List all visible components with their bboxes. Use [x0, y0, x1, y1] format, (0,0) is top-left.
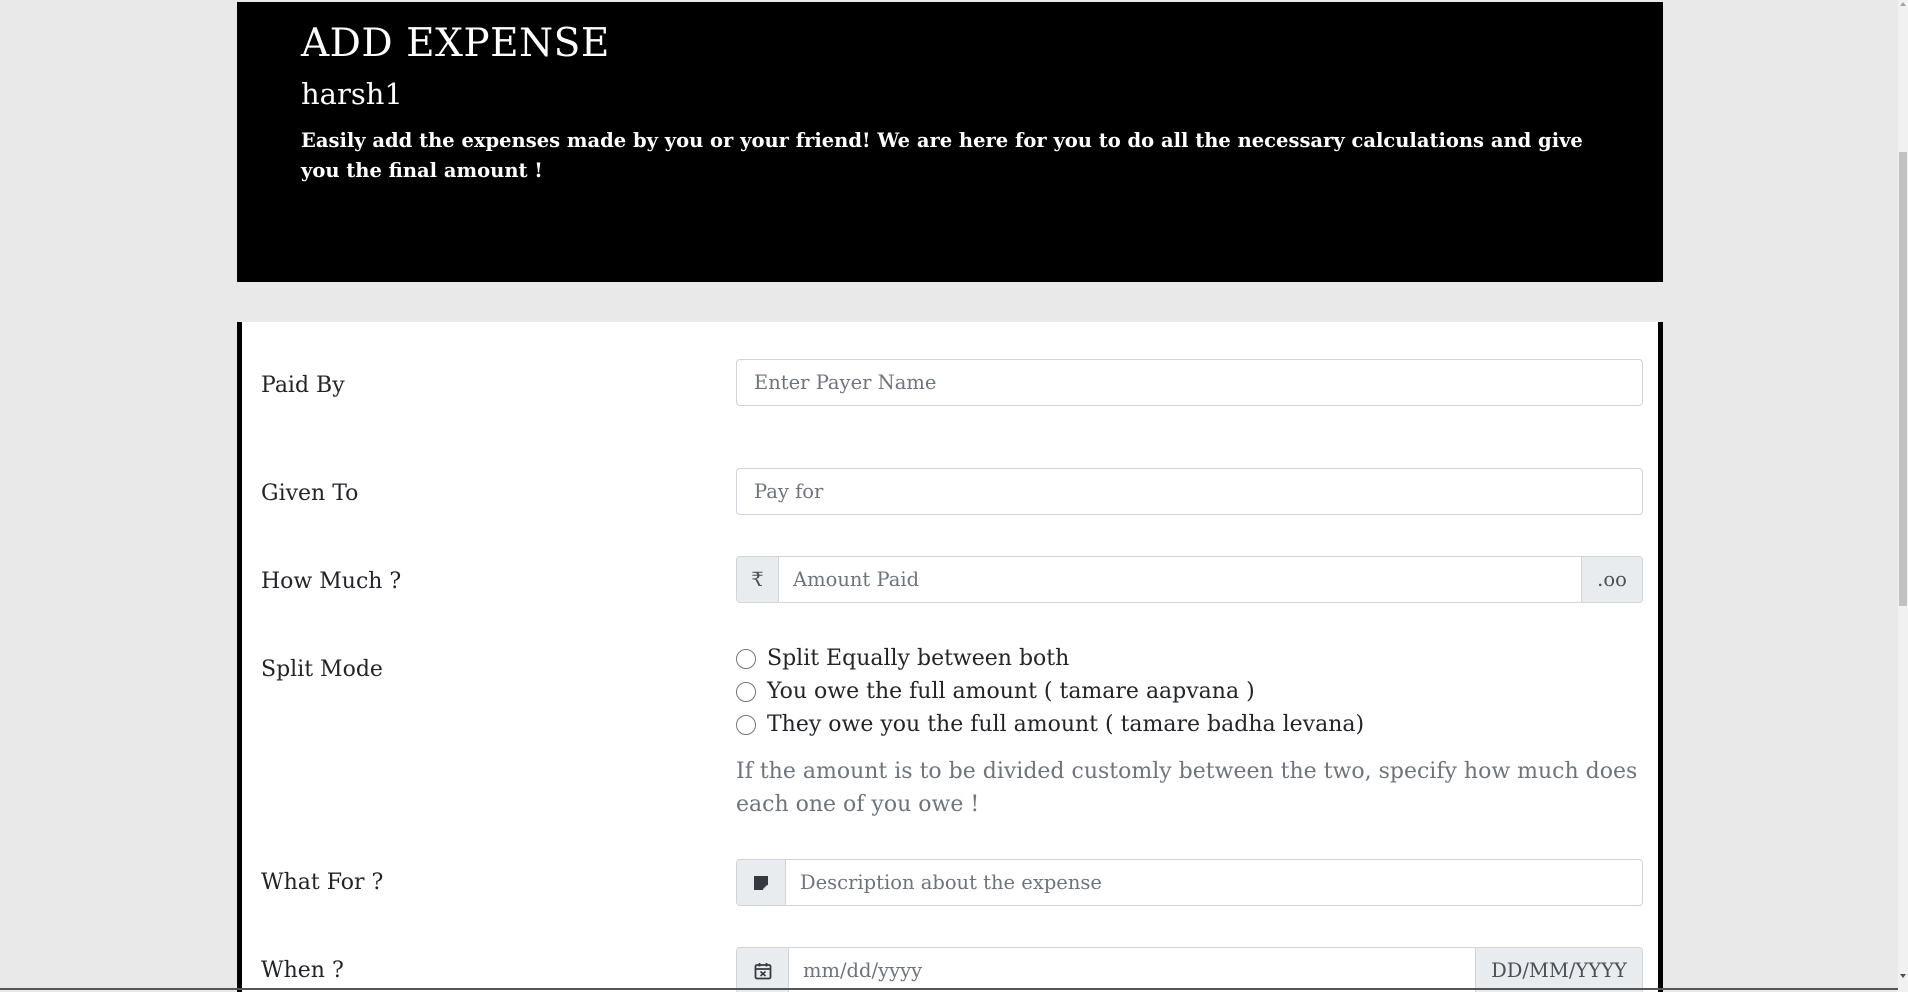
vertical-scrollbar[interactable] [1898, 0, 1908, 992]
description-input[interactable]: Description about the expense [786, 860, 1642, 905]
header-jumbotron: ADD EXPENSE harsh1 Easily add the expens… [237, 2, 1663, 282]
they-owe-full-label: They owe you the full amount ( tamare ba… [767, 712, 1365, 737]
page: ADD EXPENSE harsh1 Easily add the expens… [0, 0, 1908, 992]
amount-suffix: .oo [1581, 557, 1642, 602]
split-equally-option[interactable]: Split Equally between both [736, 644, 1069, 674]
split-equally-radio[interactable] [736, 649, 756, 669]
split-equally-label: Split Equally between both [767, 646, 1070, 671]
given-to-input[interactable]: Pay for [736, 468, 1643, 515]
they-owe-full-radio[interactable] [736, 715, 756, 735]
page-description: Easily add the expenses made by you or y… [301, 129, 1583, 182]
scroll-up-icon[interactable] [1900, 2, 1906, 6]
window-bottom-border [0, 988, 1898, 990]
what-for-label: What For ? [261, 870, 384, 895]
username: harsh1 [301, 77, 403, 111]
page-title: ADD EXPENSE [301, 21, 610, 66]
given-to-label: Given To [261, 481, 359, 506]
description-input-group: Description about the expense [736, 859, 1643, 906]
scroll-down-icon[interactable] [1900, 974, 1906, 978]
scrollbar-thumb[interactable] [1899, 152, 1907, 606]
they-owe-full-option[interactable]: They owe you the full amount ( tamare ba… [736, 710, 1364, 740]
amount-input-group: ₹ Amount Paid .oo [736, 556, 1643, 603]
calendar-icon [737, 948, 789, 992]
rupee-icon: ₹ [737, 557, 779, 602]
you-owe-full-label: You owe the full amount ( tamare aapvana… [767, 679, 1255, 704]
sticky-note-icon [737, 860, 786, 905]
date-input-group: mm/dd/yyyy DD/MM/YYYY [736, 947, 1643, 992]
split-mode-help: If the amount is to be divided customly … [736, 759, 1638, 817]
amount-input[interactable]: Amount Paid [779, 557, 1581, 602]
paid-by-input[interactable]: Enter Payer Name [736, 359, 1643, 406]
date-format-suffix: DD/MM/YYYY [1475, 948, 1642, 992]
paid-by-label: Paid By [261, 373, 345, 398]
split-mode-label: Split Mode [261, 657, 383, 682]
when-label: When ? [261, 958, 344, 983]
date-input[interactable]: mm/dd/yyyy [789, 948, 1475, 992]
you-owe-full-option[interactable]: You owe the full amount ( tamare aapvana… [736, 677, 1255, 707]
expense-form: Paid By Enter Payer Name Given To Pay fo… [237, 322, 1663, 992]
how-much-label: How Much ? [261, 569, 402, 594]
you-owe-full-radio[interactable] [736, 682, 756, 702]
